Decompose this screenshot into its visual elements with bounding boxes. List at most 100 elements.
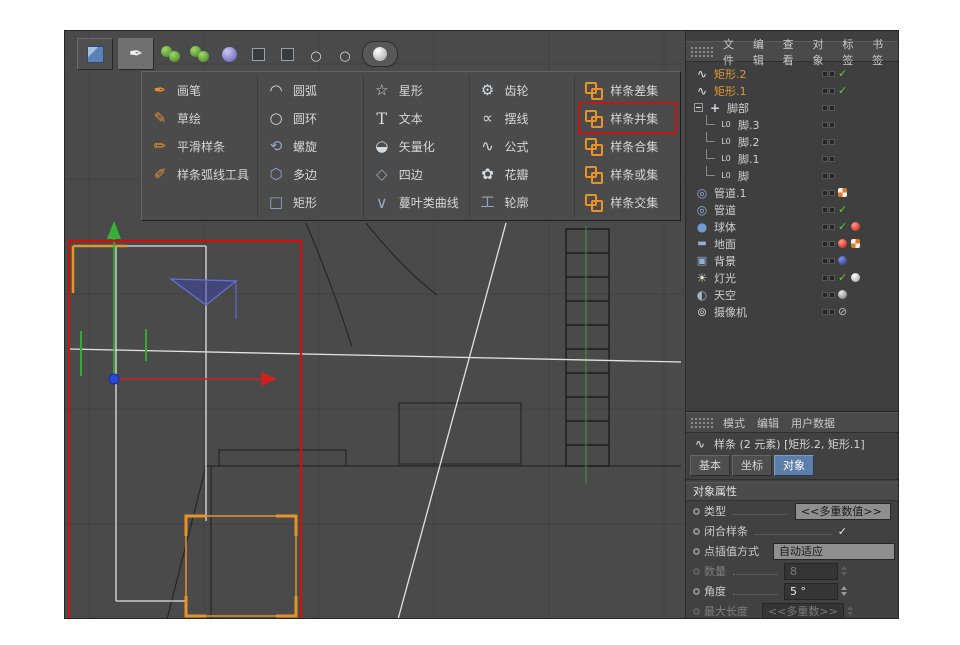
- angle-value[interactable]: 5 °: [784, 583, 838, 600]
- flyout-item-vectorizer[interactable]: 矢量化: [369, 132, 464, 160]
- circle-preset-button-a[interactable]: [304, 41, 328, 67]
- text-icon: [372, 108, 392, 128]
- flyout-item-sketch[interactable]: 草绘: [147, 104, 252, 132]
- visibility-dots-icon[interactable]: [822, 122, 834, 128]
- object-row[interactable]: 球体: [686, 218, 898, 235]
- material-thumb[interactable]: [838, 239, 847, 248]
- flyout-item-pen[interactable]: 画笔: [147, 76, 252, 104]
- disabled-icon[interactable]: [838, 305, 847, 318]
- primitive-button-b[interactable]: [188, 41, 212, 67]
- param-circle-icon[interactable]: [693, 548, 700, 555]
- object-row[interactable]: 脚.1: [686, 150, 898, 167]
- material-thumb[interactable]: [851, 273, 860, 282]
- param-circle-icon[interactable]: [693, 528, 700, 535]
- type-dropdown[interactable]: <<多重数值>>: [795, 503, 891, 520]
- enabled-check-icon[interactable]: [838, 203, 847, 216]
- object-row[interactable]: 脚: [686, 167, 898, 184]
- tab-basic[interactable]: 基本: [690, 455, 730, 476]
- object-row[interactable]: 天空: [686, 286, 898, 303]
- flyout-item-cycloid[interactable]: 摆线: [475, 104, 570, 132]
- flyout-item-arc[interactable]: 圆弧: [263, 76, 358, 104]
- stepper-arrows-icon[interactable]: [841, 586, 847, 596]
- circle-preset-button-b[interactable]: [333, 41, 357, 67]
- object-row[interactable]: 脚.3: [686, 116, 898, 133]
- flyout-item-spline-intersect[interactable]: 样条交集: [580, 188, 675, 216]
- visibility-dots-icon[interactable]: [822, 173, 834, 179]
- menu-userdata[interactable]: 用户数据: [785, 415, 841, 431]
- visibility-dots-icon[interactable]: [822, 224, 834, 230]
- primitive-button-a[interactable]: [159, 41, 183, 67]
- tab-object[interactable]: 对象: [774, 455, 814, 476]
- object-row[interactable]: 矩形.1: [686, 82, 898, 99]
- enabled-check-icon[interactable]: [838, 220, 847, 233]
- param-circle-icon[interactable]: [693, 508, 700, 515]
- flyout-item-spline-or[interactable]: 样条或集: [580, 160, 675, 188]
- object-row[interactable]: 脚部: [686, 99, 898, 116]
- visibility-dots-icon[interactable]: [822, 190, 834, 196]
- flyout-item-circle[interactable]: 圆环: [263, 104, 358, 132]
- collapse-toggle-icon[interactable]: [694, 103, 703, 112]
- object-row[interactable]: 背景: [686, 252, 898, 269]
- flyout-item-gear[interactable]: 齿轮: [475, 76, 570, 104]
- material-thumb[interactable]: [838, 188, 847, 197]
- visibility-dots-icon[interactable]: [822, 156, 834, 162]
- flyout-item-spline-and[interactable]: 样条合集: [580, 132, 675, 160]
- flyout-item-formula[interactable]: 公式: [475, 132, 570, 160]
- enabled-check-icon[interactable]: [838, 271, 847, 284]
- visibility-dots-icon[interactable]: [822, 105, 834, 111]
- section-object-properties[interactable]: 对象属性: [686, 482, 898, 501]
- flyout-item-flower[interactable]: 花瓣: [475, 160, 570, 188]
- shader-ball-button[interactable]: [362, 41, 398, 67]
- object-row[interactable]: 摄像机: [686, 303, 898, 320]
- visibility-dots-icon[interactable]: [822, 275, 834, 281]
- sphere-primitive-button[interactable]: [217, 41, 241, 67]
- visibility-dots-icon[interactable]: [822, 309, 834, 315]
- preset-button-a[interactable]: [246, 41, 270, 67]
- menu-mode[interactable]: 模式: [717, 415, 751, 431]
- flyout-item-spline-union[interactable]: 样条并集: [580, 104, 675, 132]
- object-row[interactable]: 矩形.2: [686, 65, 898, 82]
- flyout-item-4side[interactable]: 四边: [369, 160, 464, 188]
- flyout-item-helix[interactable]: 螺旋: [263, 132, 358, 160]
- visibility-dots-icon[interactable]: [822, 292, 834, 298]
- flyout-item-text[interactable]: 文本: [369, 104, 464, 132]
- visibility-dots-icon[interactable]: [822, 258, 834, 264]
- main-toolbar: [77, 37, 398, 71]
- close-spline-checkbox[interactable]: ✓: [838, 525, 847, 538]
- object-row[interactable]: 脚.2: [686, 133, 898, 150]
- move-tool-button[interactable]: [77, 38, 113, 70]
- material-thumb[interactable]: [851, 239, 860, 248]
- interpolation-dropdown[interactable]: 自动适应: [773, 543, 895, 560]
- param-circle-icon[interactable]: [693, 588, 700, 595]
- material-thumb[interactable]: [838, 256, 847, 265]
- object-row[interactable]: 管道.1: [686, 184, 898, 201]
- material-thumb[interactable]: [838, 290, 847, 299]
- angle-stepper[interactable]: 5 °: [784, 583, 847, 600]
- visibility-dots-icon[interactable]: [822, 139, 834, 145]
- enabled-check-icon[interactable]: [838, 67, 847, 80]
- material-thumb[interactable]: [851, 222, 860, 231]
- visibility-dots-icon[interactable]: [822, 71, 834, 77]
- flyout-item-ngon[interactable]: 多边: [263, 160, 358, 188]
- flyout-item-cissoid[interactable]: 蔓叶类曲线: [369, 188, 464, 216]
- visibility-dots-icon[interactable]: [822, 241, 834, 247]
- flyout-item-profile[interactable]: 轮廓: [475, 188, 570, 216]
- flyout-item-smooth-spline[interactable]: 平滑样条: [147, 132, 252, 160]
- panel-grip-icon[interactable]: [690, 417, 715, 429]
- preset-button-b[interactable]: [275, 41, 299, 67]
- object-row[interactable]: 灯光: [686, 269, 898, 286]
- menu-edit[interactable]: 编辑: [751, 415, 785, 431]
- tab-coordinates[interactable]: 坐标: [732, 455, 772, 476]
- enabled-check-icon[interactable]: [838, 84, 847, 97]
- spline-pen-tool-button[interactable]: [118, 38, 154, 70]
- visibility-dots-icon[interactable]: [822, 207, 834, 213]
- object-row[interactable]: 地面: [686, 235, 898, 252]
- origin-handle[interactable]: [109, 374, 119, 384]
- visibility-dots-icon[interactable]: [822, 88, 834, 94]
- panel-grip-icon[interactable]: [690, 46, 715, 58]
- flyout-item-rectangle[interactable]: 矩形: [263, 188, 358, 216]
- flyout-item-star[interactable]: 星形: [369, 76, 464, 104]
- flyout-item-spline-difference[interactable]: 样条差集: [580, 76, 675, 104]
- flyout-item-spline-arc-tool[interactable]: 样条弧线工具: [147, 160, 252, 188]
- object-row[interactable]: 管道: [686, 201, 898, 218]
